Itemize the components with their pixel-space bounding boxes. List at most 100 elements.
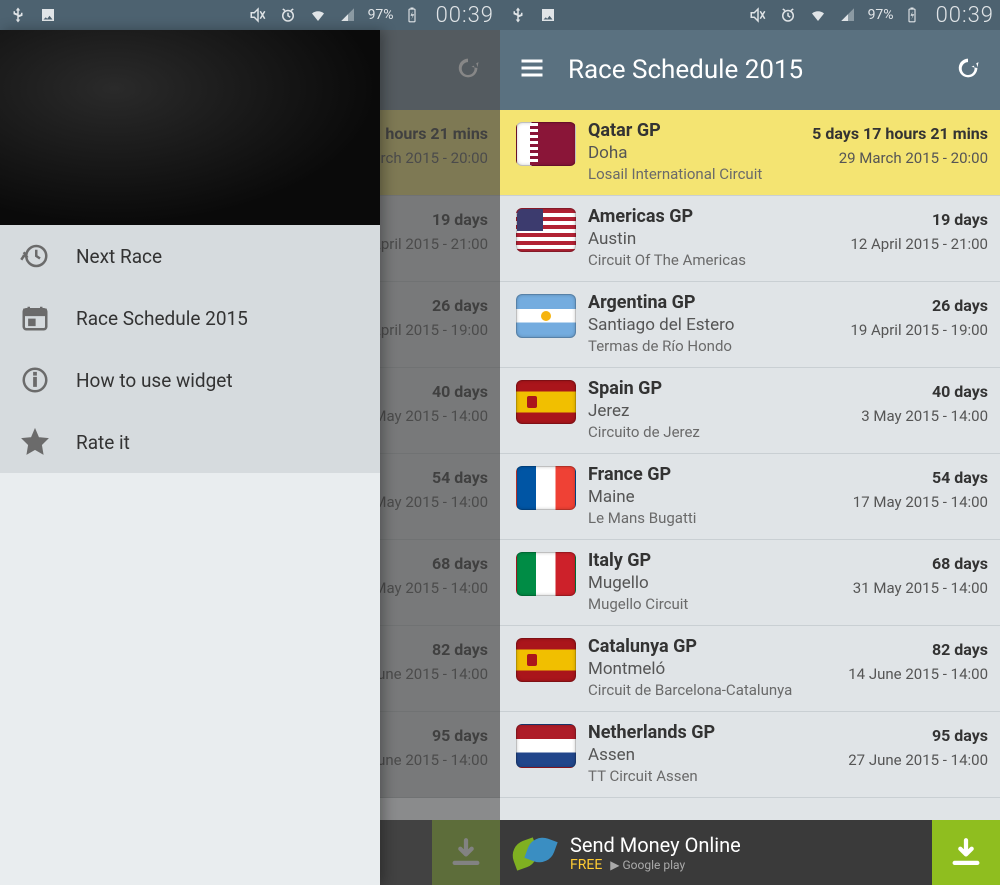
- race-countdown: 5 days 17 hours 21 mins: [812, 124, 988, 143]
- flag-icon: [516, 638, 576, 682]
- image-icon: [539, 6, 557, 24]
- ad-text: Send Money Online FREE ▶ Google play: [570, 833, 918, 873]
- race-circuit: Mugello Circuit: [588, 595, 841, 613]
- race-countdown: 40 days: [861, 382, 988, 401]
- alarm-icon: [279, 6, 297, 24]
- signal-icon: [839, 6, 857, 24]
- race-name: Argentina GP: [588, 292, 838, 313]
- list-item[interactable]: Spain GPJerez Circuito de Jerez 40 days 3 M…: [500, 368, 1000, 454]
- race-datetime: 14 June 2015 - 14:00: [848, 665, 988, 683]
- race-city: Montmeló: [588, 659, 836, 679]
- drawer-item-howto[interactable]: How to use widget: [0, 349, 380, 411]
- list-item[interactable]: Qatar GPDoha Losail International Circuit…: [500, 110, 1000, 196]
- drawer-item-schedule[interactable]: Race Schedule 2015: [0, 287, 380, 349]
- info-icon: [20, 365, 50, 395]
- refresh-icon[interactable]: [954, 54, 982, 86]
- flag-icon: [516, 724, 576, 768]
- flag-icon: [516, 122, 576, 166]
- ad-banner[interactable]: Send Money Online FREE ▶ Google play: [500, 820, 1000, 885]
- mute-icon: [749, 6, 767, 24]
- wifi-icon: [809, 6, 827, 24]
- battery-charging-icon: [403, 6, 421, 24]
- race-circuit: TT Circuit Assen: [588, 767, 836, 785]
- usb-icon: [9, 6, 27, 24]
- race-list[interactable]: Qatar GPDoha Losail International Circuit…: [500, 110, 1000, 798]
- drawer-empty: [0, 473, 380, 885]
- race-city: Doha: [588, 143, 800, 163]
- menu-icon[interactable]: [518, 54, 546, 86]
- flag-icon: [516, 466, 576, 510]
- drawer-item-label: Rate it: [76, 431, 130, 454]
- image-icon: [39, 6, 57, 24]
- drawer-header: [0, 30, 380, 225]
- drawer-item-label: How to use widget: [76, 369, 233, 392]
- clock: 00:39: [436, 3, 494, 28]
- ad-title: Send Money Online: [570, 833, 918, 857]
- drawer-item-label: Next Race: [76, 245, 162, 268]
- drawer-item-label: Race Schedule 2015: [76, 307, 248, 330]
- race-city: Assen: [588, 745, 836, 765]
- battery-percent: 97%: [368, 7, 394, 23]
- drawer-item-next-race[interactable]: Next Race: [0, 225, 380, 287]
- race-name: Qatar GP: [588, 120, 800, 141]
- flag-icon: [516, 208, 576, 252]
- calendar-icon: [20, 303, 50, 333]
- race-datetime: 12 April 2015 - 21:00: [850, 235, 988, 253]
- race-name: Spain GP: [588, 378, 849, 399]
- race-circuit: Losail International Circuit: [588, 165, 800, 183]
- race-circuit: Circuito de Jerez: [588, 423, 849, 441]
- race-datetime: 27 June 2015 - 14:00: [848, 751, 988, 769]
- race-circuit: Circuit de Barcelona-Catalunya: [588, 681, 836, 699]
- navigation-drawer: Next Race Race Schedule 2015 How to use …: [0, 30, 380, 885]
- battery-charging-icon: [903, 6, 921, 24]
- race-name: Netherlands GP: [588, 722, 836, 743]
- battery-percent: 97%: [868, 7, 894, 23]
- race-datetime: 19 April 2015 - 19:00: [850, 321, 988, 339]
- star-icon: [20, 427, 50, 457]
- race-city: Austin: [588, 229, 838, 249]
- drawer-item-rate[interactable]: Rate it: [0, 411, 380, 473]
- race-countdown: 19 days: [850, 210, 988, 229]
- race-datetime: 29 March 2015 - 20:00: [812, 149, 988, 167]
- race-datetime: 17 May 2015 - 14:00: [853, 493, 988, 511]
- status-bar: 97% 00:39: [0, 0, 500, 30]
- race-city: Santiago del Estero: [588, 315, 838, 335]
- flag-icon: [516, 552, 576, 596]
- flag-icon: [516, 380, 576, 424]
- alarm-icon: [779, 6, 797, 24]
- race-name: Catalunya GP: [588, 636, 836, 657]
- list-item[interactable]: France GPMaineLe Mans Bugatti54 days17 M…: [500, 454, 1000, 540]
- phone-screenshot-left: 97% 00:39 Race Schedule 2015 hours 21 mi…: [0, 0, 500, 885]
- race-countdown: 82 days: [848, 640, 988, 659]
- signal-icon: [339, 6, 357, 24]
- race-circuit: Termas de Río Hondo: [588, 337, 838, 355]
- history-icon: [20, 241, 50, 271]
- list-item[interactable]: Americas GPAustinCircuit Of The Americas…: [500, 196, 1000, 282]
- list-item[interactable]: Argentina GPSantiago del Estero Termas de…: [500, 282, 1000, 368]
- wifi-icon: [309, 6, 327, 24]
- mute-icon: [249, 6, 267, 24]
- race-city: Jerez: [588, 401, 849, 421]
- download-icon: [949, 836, 983, 870]
- page-title: Race Schedule 2015: [568, 55, 803, 85]
- race-name: Americas GP: [588, 206, 838, 227]
- race-countdown: 54 days: [853, 468, 988, 487]
- app-bar: Race Schedule 2015: [500, 30, 1000, 110]
- race-city: Mugello: [588, 573, 841, 593]
- list-item[interactable]: Italy GPMugelloMugello Circuit68 days31 …: [500, 540, 1000, 626]
- clock: 00:39: [936, 3, 994, 28]
- race-datetime: 31 May 2015 - 14:00: [853, 579, 988, 597]
- race-circuit: Le Mans Bugatti: [588, 509, 841, 527]
- race-city: Maine: [588, 487, 841, 507]
- ad-logo-icon: [512, 831, 556, 875]
- status-bar: 97% 00:39: [500, 0, 1000, 30]
- download-button[interactable]: [932, 820, 1000, 885]
- list-item[interactable]: Catalunya GPMontmeló Circuit de Barcelona…: [500, 626, 1000, 712]
- phone-screenshot-right: 97% 00:39 Race Schedule 2015 Qatar GPDoh…: [500, 0, 1000, 885]
- list-item[interactable]: Netherlands GPAssen TT Circuit Assen 95 da…: [500, 712, 1000, 798]
- race-countdown: 26 days: [850, 296, 988, 315]
- race-countdown: 95 days: [848, 726, 988, 745]
- usb-icon: [509, 6, 527, 24]
- race-name: Italy GP: [588, 550, 841, 571]
- race-datetime: 3 May 2015 - 14:00: [861, 407, 988, 425]
